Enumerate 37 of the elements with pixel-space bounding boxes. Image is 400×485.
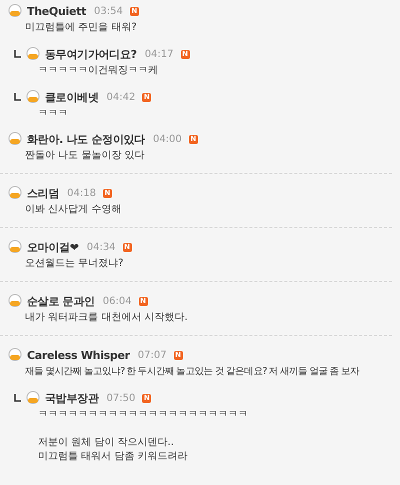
- comment-time: 07:07: [138, 350, 167, 360]
- duck-avatar-icon: [8, 4, 22, 18]
- comment-text: ㅋㅋㅋㅋㅋ이건뭐징ㅋㅋ케: [38, 64, 158, 78]
- comment-time: 06:04: [102, 296, 132, 306]
- comment-text: 내가 워터파크를 대천에서 시작했다.: [25, 311, 188, 325]
- comment-time: 03:54: [94, 6, 123, 16]
- author-name[interactable]: 동무여기가어디요?: [45, 46, 137, 62]
- author-name[interactable]: 스리덤: [27, 186, 60, 200]
- comment-text: ㅋㅋㅋㅋㅋㅋㅋㅋㅋㅋㅋㅋㅋㅋㅋㅋㅋㅋㅋㅋㅋ: [38, 408, 248, 422]
- comment-time: 04:34: [86, 242, 116, 252]
- comment-text: 오션월드는 무너졌냐?: [25, 257, 124, 271]
- author-name[interactable]: 순살로 문과인: [27, 294, 95, 308]
- duck-avatar-icon: [8, 348, 22, 362]
- comment-text: 이봐 신사답게 수영해: [25, 203, 122, 217]
- duck-avatar-icon: [8, 294, 22, 308]
- duck-avatar-icon: [8, 240, 22, 254]
- comment-text: 미끄럼틀에 주민을 태워?: [25, 21, 137, 35]
- comment-text: 재들 몇시간째 놀고있냐? 한 두시간째 놀고있는 것 같은데요? 저 새끼들 얼굴 좀 보자: [25, 365, 360, 379]
- comment-time: 04:17: [144, 48, 174, 60]
- comment-time: 04:18: [67, 188, 96, 198]
- comment-time: 04:42: [106, 92, 136, 102]
- duck-avatar-icon: [26, 47, 40, 61]
- duck-avatar-icon: [26, 391, 40, 405]
- comment-text: ㅋㅋㅋ: [38, 107, 68, 121]
- duck-avatar-icon: [26, 90, 40, 104]
- author-name[interactable]: 오마이걸❤: [27, 240, 79, 254]
- duck-avatar-icon: [8, 186, 22, 200]
- author-name[interactable]: 국밥부장관: [45, 390, 99, 406]
- author-name[interactable]: 클로이베넷: [45, 90, 99, 104]
- comment-time: 04:00: [152, 134, 182, 144]
- author-name[interactable]: Careless Whisper: [27, 348, 130, 362]
- duck-avatar-icon: [8, 132, 22, 146]
- author-name[interactable]: 화란아. 나도 순정이있다: [27, 132, 145, 146]
- comment-text: 짠돌아 나도 물놀이장 있다: [25, 149, 145, 163]
- comment-time: 07:50: [106, 392, 136, 404]
- author-name[interactable]: TheQuiett: [27, 4, 86, 18]
- comment-text: 저분이 원체 담이 작으시덴다.. 미끄럼틀 태워서 담좀 키워드려라: [38, 436, 188, 464]
